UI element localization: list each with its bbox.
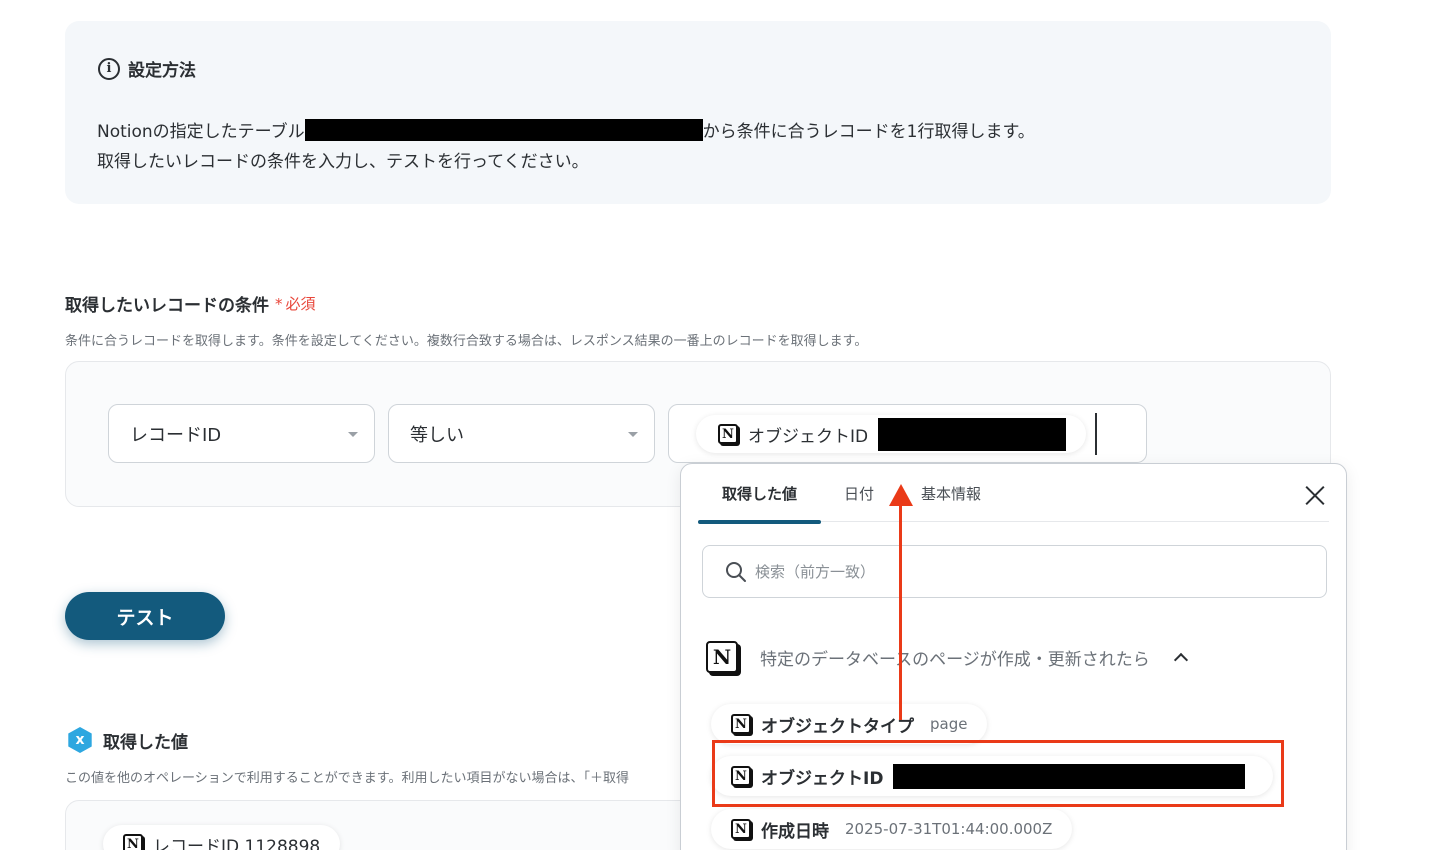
item-label: オブジェクトID bbox=[761, 768, 884, 789]
required-label: 必須 bbox=[285, 295, 316, 313]
required-asterisk: * bbox=[275, 294, 283, 313]
acquired-title-text: 取得した値 bbox=[103, 732, 188, 753]
condition-title-text: 取得したいレコードの条件 bbox=[65, 296, 269, 316]
caret-down-icon bbox=[628, 432, 638, 437]
value-picker-popup: 取得した値 日付 基本情報 N 特定のデータベースのページが作成・更新されたら … bbox=[680, 463, 1347, 850]
redacted-object-id bbox=[878, 417, 1067, 451]
close-icon[interactable] bbox=[1304, 484, 1326, 506]
text-cursor bbox=[1095, 413, 1097, 455]
annotation-arrow-head bbox=[889, 484, 913, 506]
item-value: 2025-07-31T01:44:00.000Z bbox=[845, 820, 1053, 838]
acquired-values-description: この値を他のオペレーションで利用することができます。利用したい項目がない場合は、… bbox=[65, 771, 629, 786]
search-icon bbox=[726, 561, 746, 582]
item-label: オブジェクトタイプ bbox=[761, 716, 914, 737]
notion-icon: N bbox=[731, 714, 751, 734]
search-input[interactable] bbox=[755, 562, 1275, 581]
setup-title: i 設定方法 bbox=[98, 56, 196, 81]
redacted-table-name bbox=[304, 118, 703, 141]
redacted-object-id bbox=[893, 763, 1246, 789]
acquired-values-title: x 取得した値 bbox=[67, 727, 188, 753]
variable-icon: x bbox=[68, 727, 92, 753]
required-badge: * 必須 bbox=[275, 293, 316, 314]
operator-select-value: 等しい bbox=[410, 424, 464, 446]
item-created-time[interactable]: N 作成日時 2025-07-31T01:44:00.000Z bbox=[711, 809, 1073, 849]
condition-section-title: 取得したいレコードの条件 * 必須 bbox=[65, 291, 316, 317]
group-title: 特定のデータベースのページが作成・更新されたら bbox=[760, 649, 1150, 670]
field-select[interactable]: レコードID bbox=[108, 404, 375, 463]
item-value: page bbox=[930, 715, 968, 733]
trigger-group-header[interactable]: N 特定のデータベースのページが作成・更新されたら bbox=[706, 641, 1188, 673]
popup-tabs: 取得した値 日付 基本情報 bbox=[698, 464, 1329, 524]
item-label: 作成日時 bbox=[761, 821, 829, 842]
acquired-values-box: N レコードID 1128898 bbox=[65, 800, 705, 850]
notion-icon: N bbox=[123, 834, 143, 850]
item-object-type[interactable]: N オブジェクトタイプ page bbox=[711, 704, 988, 744]
condition-description: 条件に合うレコードを取得します。条件を設定してください。複数行合致する場合は、レ… bbox=[65, 334, 868, 349]
search-field[interactable] bbox=[702, 545, 1327, 598]
value-chip-object-id[interactable]: N オブジェクトID bbox=[696, 415, 1086, 453]
operator-select[interactable]: 等しい bbox=[388, 404, 655, 463]
setup-instructions-panel: i 設定方法 Notionの指定したテーブル から条件に合うレコードを1行取得し… bbox=[65, 21, 1331, 204]
notion-icon: N bbox=[731, 766, 751, 786]
test-button[interactable]: テスト bbox=[65, 592, 225, 640]
setup-title-text: 設定方法 bbox=[128, 61, 196, 81]
setup-description-line-2: 取得したいレコードの条件を入力し、テストを行ってください。 bbox=[97, 152, 589, 172]
value-chip-label: オブジェクトID bbox=[748, 426, 869, 447]
info-icon: i bbox=[98, 57, 120, 80]
field-select-value: レコードID bbox=[130, 424, 222, 446]
value-input[interactable]: N オブジェクトID bbox=[668, 404, 1147, 463]
chevron-up-icon[interactable] bbox=[1173, 652, 1188, 668]
notion-icon: N bbox=[706, 641, 738, 673]
caret-down-icon bbox=[348, 432, 358, 437]
setup-description-prefix: Notionの指定したテーブル bbox=[97, 122, 305, 142]
acquired-value-chip[interactable]: N レコードID 1128898 bbox=[103, 825, 341, 850]
tab-basic-info[interactable]: 基本情報 bbox=[897, 464, 1005, 522]
annotation-arrow-line bbox=[899, 500, 902, 720]
setup-description-line-1: Notionの指定したテーブル から条件に合うレコードを1行取得します。 bbox=[97, 117, 1035, 142]
tab-date[interactable]: 日付 bbox=[821, 464, 897, 522]
acquired-value-label: レコードID 1128898 bbox=[153, 836, 321, 850]
notion-icon: N bbox=[731, 819, 751, 839]
item-object-id[interactable]: N オブジェクトID bbox=[711, 756, 1273, 796]
setup-description-suffix: から条件に合うレコードを1行取得します。 bbox=[702, 122, 1035, 142]
notion-icon: N bbox=[718, 424, 738, 444]
tab-acquired-values[interactable]: 取得した値 bbox=[698, 464, 821, 524]
